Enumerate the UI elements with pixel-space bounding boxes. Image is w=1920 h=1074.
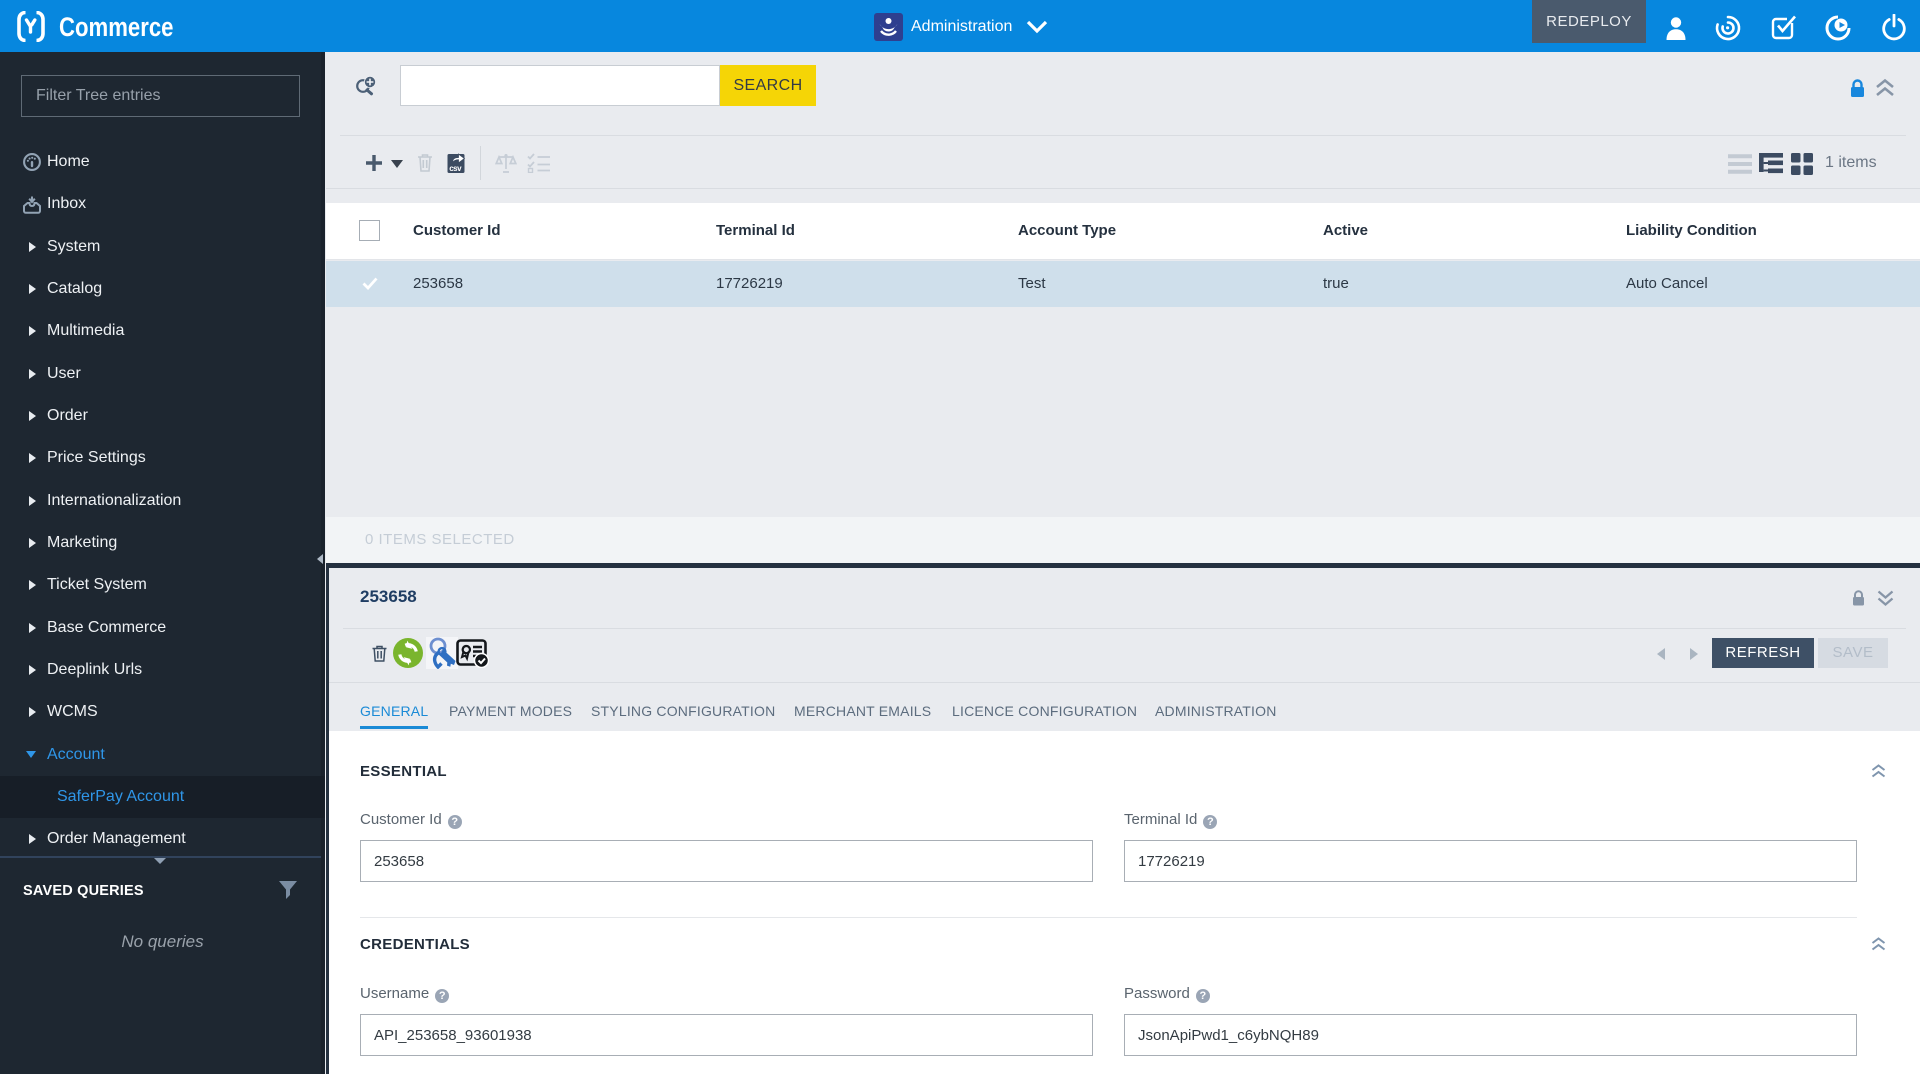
- svg-text:csv: csv: [449, 164, 462, 173]
